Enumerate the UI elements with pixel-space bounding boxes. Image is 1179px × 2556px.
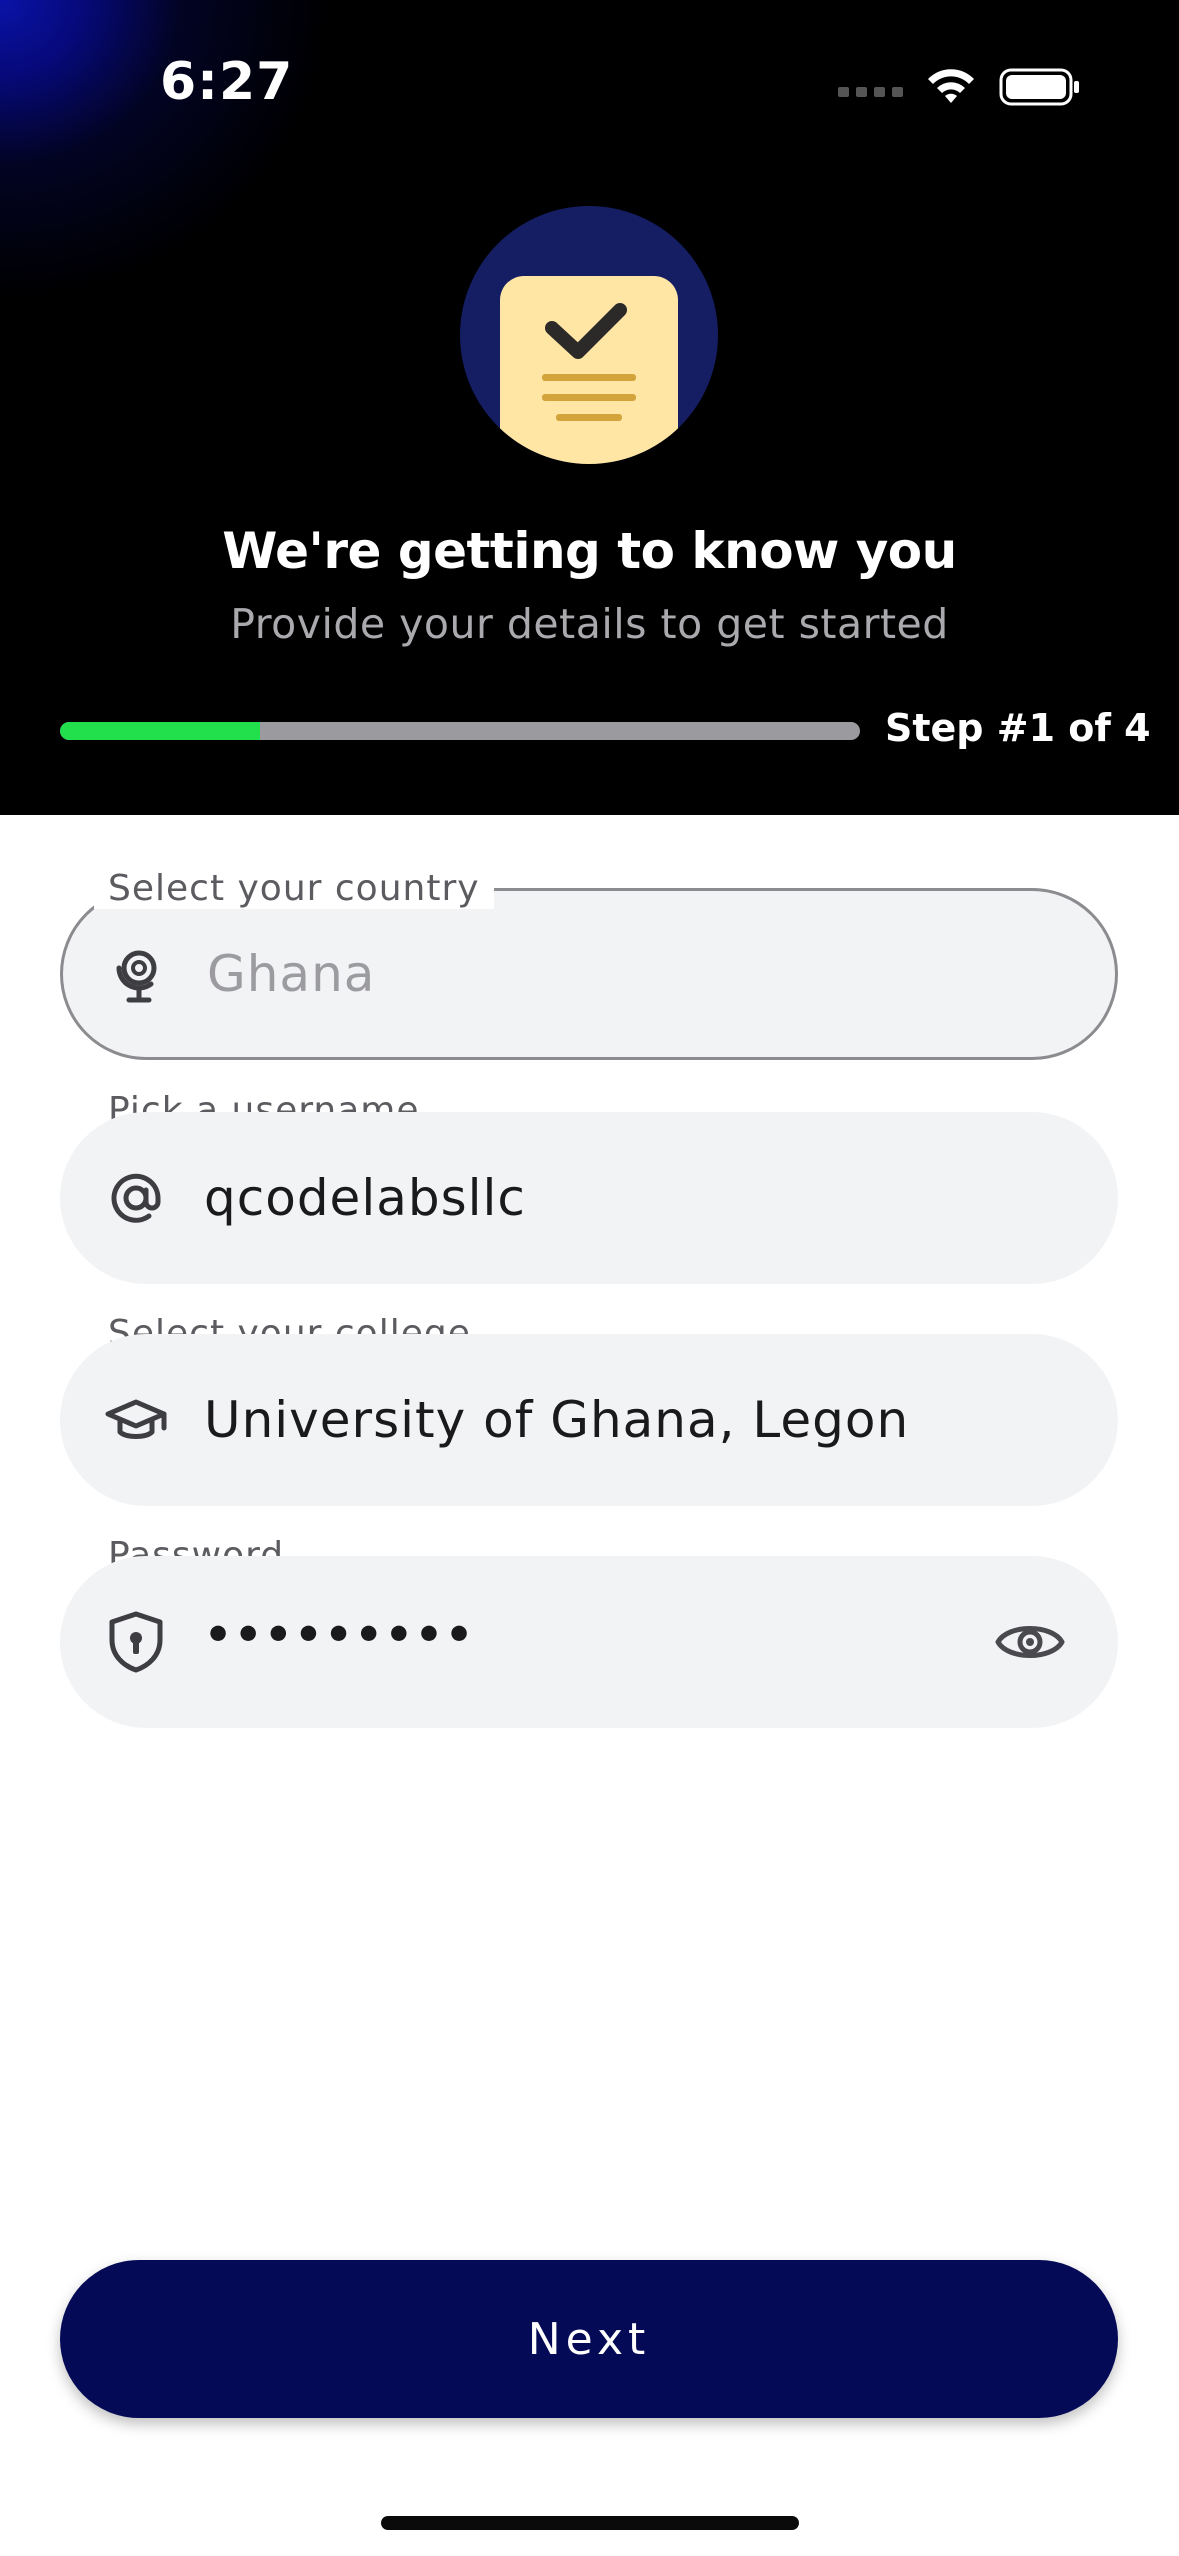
onboarding-header: 6:27 We're getting to know you Provide y…: [0, 0, 1179, 815]
battery-icon: [999, 68, 1079, 106]
college-value: University of Ghana, Legon: [204, 1391, 910, 1449]
status-icons: [838, 62, 1081, 112]
home-indicator: [381, 2516, 799, 2530]
eye-icon[interactable]: [992, 1604, 1068, 1680]
page-title: We're getting to know you: [222, 522, 957, 580]
wifi-icon: [928, 69, 974, 103]
step-progress-bar: [60, 722, 860, 740]
country-field[interactable]: Ghana: [60, 888, 1118, 1060]
checklist-note-icon: [460, 206, 718, 464]
status-time: 6:27: [160, 52, 294, 112]
step-label: Step #1 of 4: [885, 706, 1151, 750]
password-input: •••••••••: [204, 1609, 476, 1661]
cellular-dots-icon: [838, 77, 903, 97]
globe-icon: [116, 950, 157, 1003]
page-subtitle: Provide your details to get started: [230, 600, 949, 648]
at-sign-icon: [111, 1173, 161, 1223]
country-value: Ghana: [207, 945, 376, 1003]
username-field[interactable]: qcodelabsllc: [60, 1112, 1118, 1284]
graduation-cap-icon: [105, 1399, 167, 1439]
password-field[interactable]: •••••••••: [60, 1556, 1118, 1728]
next-button[interactable]: Next: [60, 2260, 1118, 2418]
username-input: qcodelabsllc: [204, 1169, 526, 1227]
college-field[interactable]: University of Ghana, Legon: [60, 1334, 1118, 1506]
country-label: Select your country: [94, 868, 494, 909]
shield-lock-icon: [109, 1611, 163, 1673]
step-progress-fill: [60, 722, 260, 740]
